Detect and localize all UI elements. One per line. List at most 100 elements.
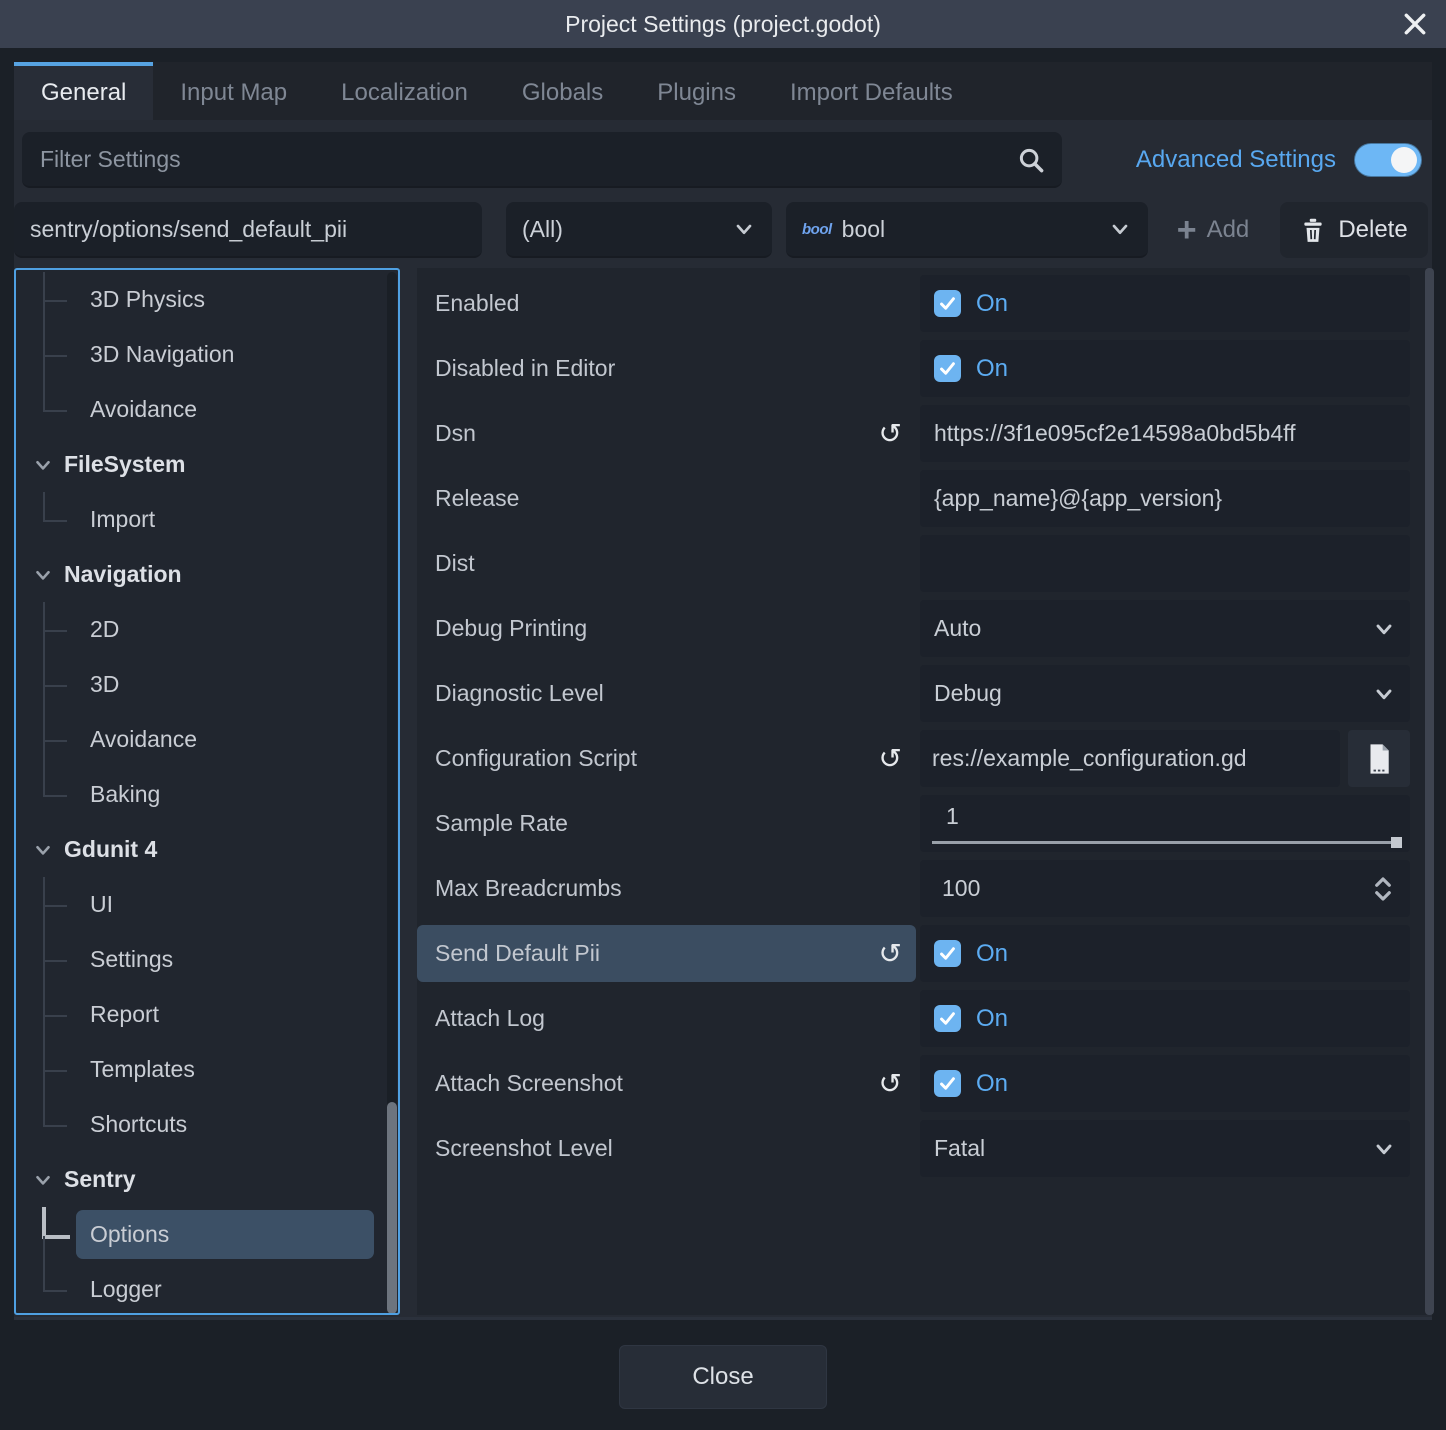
setting-value-area[interactable]: On bbox=[920, 340, 1410, 397]
checkbox-attach-screenshot[interactable] bbox=[934, 1070, 961, 1097]
sidebar-item-navigation[interactable]: Navigation bbox=[16, 547, 386, 602]
tab-general[interactable]: General bbox=[14, 62, 153, 120]
chevron-down-icon[interactable] bbox=[1372, 1137, 1396, 1161]
delete-button[interactable]: Delete bbox=[1280, 202, 1428, 258]
checkbox-disabled-in-editor[interactable] bbox=[934, 355, 961, 382]
slider-track[interactable] bbox=[932, 841, 1398, 844]
tree-guide bbox=[43, 1262, 45, 1290]
setting-label: Disabled in Editor bbox=[435, 355, 615, 382]
search-input[interactable] bbox=[22, 132, 1062, 188]
checkbox-send-default-pii[interactable] bbox=[934, 940, 961, 967]
revert-icon[interactable]: ↺ bbox=[879, 420, 902, 448]
bool-type-icon: bool bbox=[802, 221, 832, 238]
sidebar-item-sentry[interactable]: Sentry bbox=[16, 1152, 386, 1207]
dialog-title: Project Settings (project.godot) bbox=[565, 11, 881, 38]
sidebar-item-3d[interactable]: 3D bbox=[16, 657, 386, 712]
type-dropdown[interactable]: bool bool bbox=[786, 202, 1148, 258]
tree-guide bbox=[43, 1070, 67, 1072]
tree-guide bbox=[43, 300, 67, 302]
sidebar-item-baking[interactable]: Baking bbox=[16, 767, 386, 822]
sidebar-item-filesystem[interactable]: FileSystem bbox=[16, 437, 386, 492]
sidebar-item-logger[interactable]: Logger bbox=[16, 1262, 386, 1315]
script-button[interactable] bbox=[1348, 730, 1410, 787]
settings-scrollbar-thumb[interactable] bbox=[1425, 268, 1434, 1315]
tab-import-defaults[interactable]: Import Defaults bbox=[763, 62, 980, 120]
spinner-updown-icon[interactable] bbox=[1370, 874, 1396, 904]
setting-value-area[interactable]: 100 bbox=[920, 860, 1410, 917]
revert-icon[interactable]: ↺ bbox=[879, 1070, 902, 1098]
sidebar-item-2d[interactable]: 2D bbox=[16, 602, 386, 657]
tree-guide bbox=[43, 1097, 45, 1125]
setting-label: Attach Log bbox=[435, 1005, 545, 1032]
checkbox-state-label: On bbox=[976, 355, 1008, 383]
sidebar-item-label: Sentry bbox=[64, 1166, 136, 1193]
setting-label-area: Max Breadcrumbs bbox=[417, 860, 916, 917]
setting-value: {app_name}@{app_version} bbox=[934, 485, 1396, 512]
setting-value-area[interactable]: On bbox=[920, 925, 1410, 982]
setting-value-area[interactable]: On bbox=[920, 275, 1410, 332]
sidebar-item-3d-navigation[interactable]: 3D Navigation bbox=[16, 327, 386, 382]
chevron-down-icon[interactable] bbox=[1372, 617, 1396, 641]
sidebar-scrollbar-thumb[interactable] bbox=[387, 1102, 397, 1314]
chevron-down-icon[interactable] bbox=[32, 454, 54, 476]
sidebar-item-options[interactable]: Options bbox=[16, 1207, 386, 1262]
setting-value: res://example_configuration.gd bbox=[932, 745, 1328, 772]
close-button[interactable]: Close bbox=[619, 1345, 827, 1409]
sidebar-item-shortcuts[interactable]: Shortcuts bbox=[16, 1097, 386, 1152]
add-button[interactable]: + Add bbox=[1164, 202, 1262, 258]
setting-value-area[interactable]: Fatal bbox=[920, 1120, 1410, 1177]
chevron-down-icon[interactable] bbox=[32, 839, 54, 861]
sidebar-item-templates[interactable]: Templates bbox=[16, 1042, 386, 1097]
setting-label: Configuration Script bbox=[435, 745, 637, 772]
tab-localization[interactable]: Localization bbox=[314, 62, 495, 120]
sidebar-item-import[interactable]: Import bbox=[16, 492, 386, 547]
property-name-input[interactable] bbox=[14, 202, 482, 258]
setting-row-max-breadcrumbs: Max Breadcrumbs100 bbox=[417, 857, 1428, 920]
category-dropdown[interactable]: (All) bbox=[506, 202, 772, 258]
revert-icon[interactable]: ↺ bbox=[879, 745, 902, 773]
setting-value-area[interactable]: Debug bbox=[920, 665, 1410, 722]
tab-globals[interactable]: Globals bbox=[495, 62, 630, 120]
setting-value-area[interactable]: 1 bbox=[920, 795, 1410, 852]
revert-icon[interactable]: ↺ bbox=[879, 940, 902, 968]
sidebar-item-label: Import bbox=[90, 506, 155, 533]
setting-label: Dist bbox=[435, 550, 475, 577]
checkbox-attach-log[interactable] bbox=[934, 1005, 961, 1032]
setting-value-area[interactable]: {app_name}@{app_version} bbox=[920, 470, 1410, 527]
checkbox-state-label: On bbox=[976, 1070, 1008, 1098]
toggle-knob bbox=[1391, 147, 1417, 173]
sidebar-item-label: Logger bbox=[90, 1276, 162, 1303]
tab-label: Globals bbox=[522, 79, 603, 107]
tree-guide bbox=[43, 1015, 67, 1017]
setting-value-area[interactable] bbox=[920, 535, 1410, 592]
setting-value-area[interactable]: Auto bbox=[920, 600, 1410, 657]
checkbox-enabled[interactable] bbox=[934, 290, 961, 317]
sidebar-item-ui[interactable]: UI bbox=[16, 877, 386, 932]
sidebar-item-label: 3D Navigation bbox=[90, 341, 234, 368]
advanced-settings-toggle[interactable] bbox=[1354, 143, 1422, 177]
chevron-down-icon[interactable] bbox=[1372, 682, 1396, 706]
tab-input-map[interactable]: Input Map bbox=[153, 62, 314, 120]
sections-sidebar: 3D Physics3D NavigationAvoidanceFileSyst… bbox=[14, 268, 400, 1315]
tab-plugins[interactable]: Plugins bbox=[630, 62, 763, 120]
sidebar-item-settings[interactable]: Settings bbox=[16, 932, 386, 987]
close-icon[interactable] bbox=[1398, 7, 1432, 41]
chevron-down-icon[interactable] bbox=[32, 1169, 54, 1191]
setting-row-disabled-in-editor: Disabled in Editor On bbox=[417, 337, 1428, 400]
sidebar-item-label: Report bbox=[90, 1001, 159, 1028]
setting-value-area[interactable]: On bbox=[920, 1055, 1410, 1112]
sidebar-item-label: Gdunit 4 bbox=[64, 836, 157, 863]
sidebar-item-3d-physics[interactable]: 3D Physics bbox=[16, 272, 386, 327]
slider-handle[interactable] bbox=[1391, 837, 1402, 848]
setting-label: Attach Screenshot bbox=[435, 1070, 623, 1097]
setting-label: Dsn bbox=[435, 420, 476, 447]
sidebar-item-avoidance[interactable]: Avoidance bbox=[16, 382, 386, 437]
setting-value-area[interactable]: On bbox=[920, 990, 1410, 1047]
sidebar-item-avoidance[interactable]: Avoidance bbox=[16, 712, 386, 767]
setting-value-area[interactable]: https://3f1e095cf2e14598a0bd5b4ff bbox=[920, 405, 1410, 462]
sidebar-item-report[interactable]: Report bbox=[16, 987, 386, 1042]
setting-row-attach-log: Attach Log On bbox=[417, 987, 1428, 1050]
script-path-field[interactable]: res://example_configuration.gd bbox=[920, 730, 1340, 787]
sidebar-item-gdunit-4[interactable]: Gdunit 4 bbox=[16, 822, 386, 877]
chevron-down-icon[interactable] bbox=[32, 564, 54, 586]
